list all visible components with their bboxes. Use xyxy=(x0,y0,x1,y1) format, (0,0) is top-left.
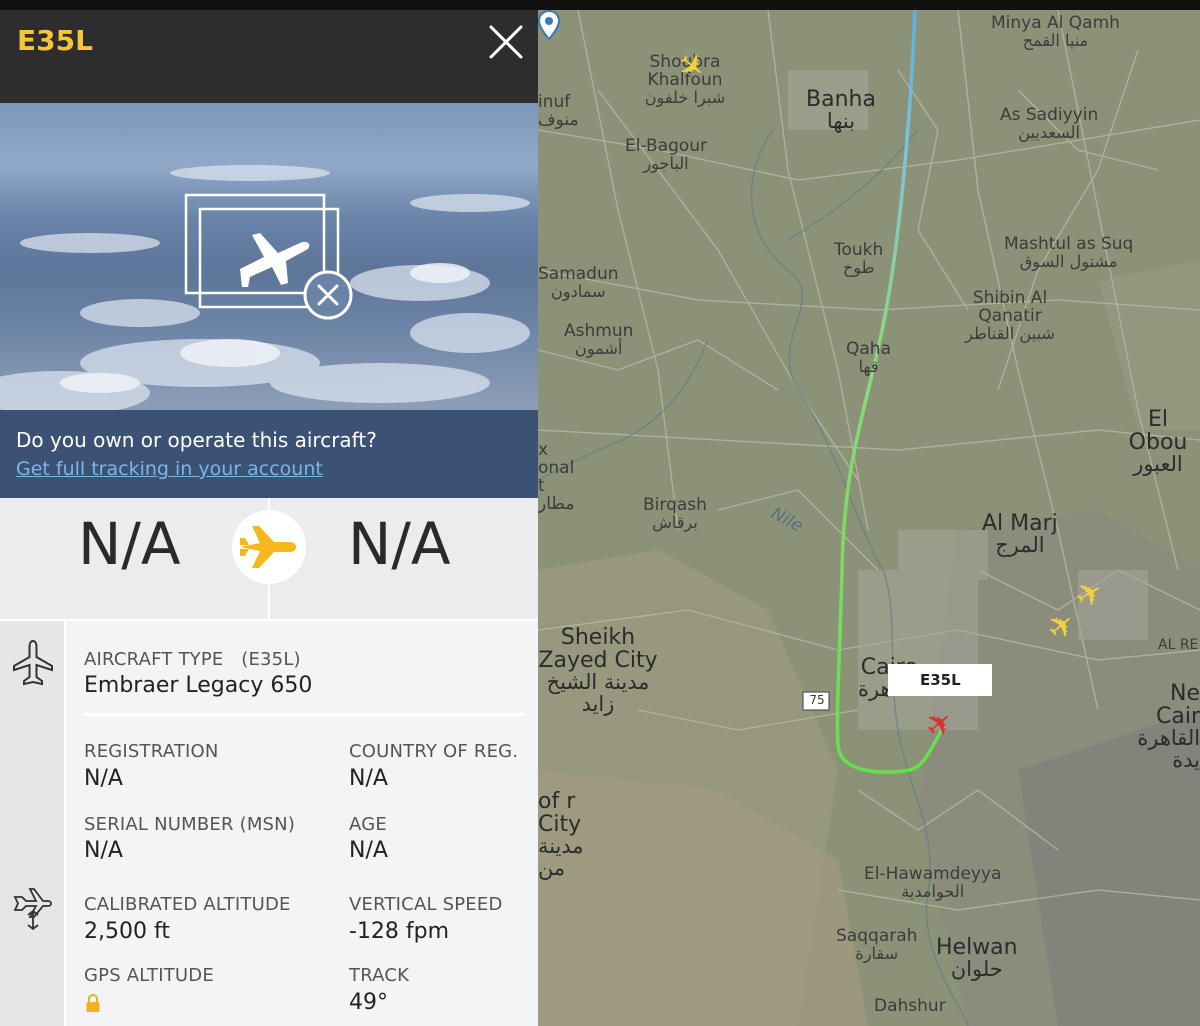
gps-altitude-label: GPS ALTITUDE xyxy=(84,965,214,986)
vertical-speed-label: VERTICAL SPEED xyxy=(349,894,503,915)
map-label-samadun: Samadun سمادون xyxy=(538,264,619,301)
map-label-bagour: El-Bagour الباجور xyxy=(625,136,708,173)
flight-info-panel: E35L Do you own or operate this aircraft… xyxy=(0,10,538,1026)
lock-icon[interactable] xyxy=(85,993,101,1013)
map-label-birqash: Birqash برقاش xyxy=(643,495,707,532)
map-label-new-cairo: Ne Cair القاهرة يدة xyxy=(1137,681,1200,773)
map-label-partial-inuf: inuf منوف xyxy=(538,92,579,130)
country-value: N/A xyxy=(349,766,388,791)
aircraft-type-code: (E35L) xyxy=(241,649,301,670)
age-label: AGE xyxy=(349,814,387,835)
origin-airport[interactable]: N/A xyxy=(78,510,181,578)
map-label-ashmun: Ashmun أشمون xyxy=(564,321,634,358)
flight-label[interactable]: E35L xyxy=(888,664,992,696)
serial-number-value: N/A xyxy=(84,838,123,863)
map-label-sheikh-zayed: Sheikh Zayed City مدينة الشيخ زايد xyxy=(538,625,658,717)
map-label-helwan: Helwan حلوان xyxy=(936,935,1018,982)
details-icon-rail xyxy=(0,621,66,1026)
altitude-icon xyxy=(13,888,52,931)
track-value: 49° xyxy=(349,990,388,1015)
no-photo-icon xyxy=(184,193,353,320)
route-section: N/A N/A xyxy=(0,498,538,619)
airplane-icon xyxy=(240,526,296,568)
age-value: N/A xyxy=(349,838,388,863)
panel-header: E35L xyxy=(0,10,538,103)
map-label-sadiyyin: As Sadiyyin السعديين xyxy=(1000,105,1099,142)
close-icon[interactable] xyxy=(488,24,524,60)
calibrated-altitude-label: CALIBRATED ALTITUDE xyxy=(84,894,291,915)
map-label-mashtul: Mashtul as Suq مشتول السوق xyxy=(1004,234,1134,271)
flight-map[interactable]: Minya Al Qamh منيا القمح Banha بنها Shoubr… xyxy=(538,10,1200,1026)
aircraft-icon xyxy=(13,639,53,686)
map-label-partial-airport: x onal t مطار xyxy=(538,440,575,514)
map-label-shibin: Shibin Al Qanatir شبين القناطر xyxy=(965,288,1055,343)
map-label-october: of r City مدينة من xyxy=(538,789,584,881)
details-separator xyxy=(84,713,525,716)
aircraft-details: AIRCRAFT TYPE (E35L) Embraer Legacy 650 … xyxy=(0,619,538,1026)
map-label-hawamdeyya: El-Hawamdeyya الحوامدية xyxy=(864,864,1002,901)
registration-label: REGISTRATION xyxy=(84,741,219,762)
status-strip xyxy=(0,0,1200,10)
destination-airport[interactable]: N/A xyxy=(348,510,451,578)
aircraft-type-value: Embraer Legacy 650 xyxy=(84,673,313,698)
full-tracking-link[interactable]: Get full tracking in your account xyxy=(16,458,323,480)
registration-value: N/A xyxy=(84,766,123,791)
map-label-minya: Minya Al Qamh منيا القمح xyxy=(991,13,1120,50)
map-label-almarj: Al Marj المرج xyxy=(982,511,1058,558)
map-label-qaha: Qaha قها xyxy=(846,339,891,376)
calibrated-altitude-value: 2,500 ft xyxy=(84,919,170,944)
promo-question: Do you own or operate this aircraft? xyxy=(16,428,377,452)
track-label: TRACK xyxy=(349,965,410,986)
ownership-promo: Do you own or operate this aircraft? Get… xyxy=(0,410,538,498)
airport-pin-icon[interactable] xyxy=(538,10,560,40)
map-label-saqqarah: Saqqarah سقارة xyxy=(836,926,918,963)
aircraft-photo-placeholder xyxy=(0,103,538,410)
map-label-alre: AL RE xyxy=(1158,637,1199,653)
map-label-toukh: Toukh طوخ xyxy=(834,240,884,277)
road-shield-75: 75 xyxy=(809,693,825,707)
serial-number-label: SERIAL NUMBER (MSN) xyxy=(84,814,296,835)
aircraft-type-label: AIRCRAFT TYPE (E35L) xyxy=(84,649,301,670)
callsign-title: E35L xyxy=(17,24,93,57)
vertical-speed-value: -128 fpm xyxy=(349,919,450,944)
map-label-obour: El Obou العبور xyxy=(1128,407,1188,477)
route-plane-badge xyxy=(232,510,306,584)
map-label-dahshur: Dahshur xyxy=(874,996,946,1016)
map-label-banha: Banha بنها xyxy=(806,87,876,134)
country-label: COUNTRY OF REG. xyxy=(349,741,519,762)
